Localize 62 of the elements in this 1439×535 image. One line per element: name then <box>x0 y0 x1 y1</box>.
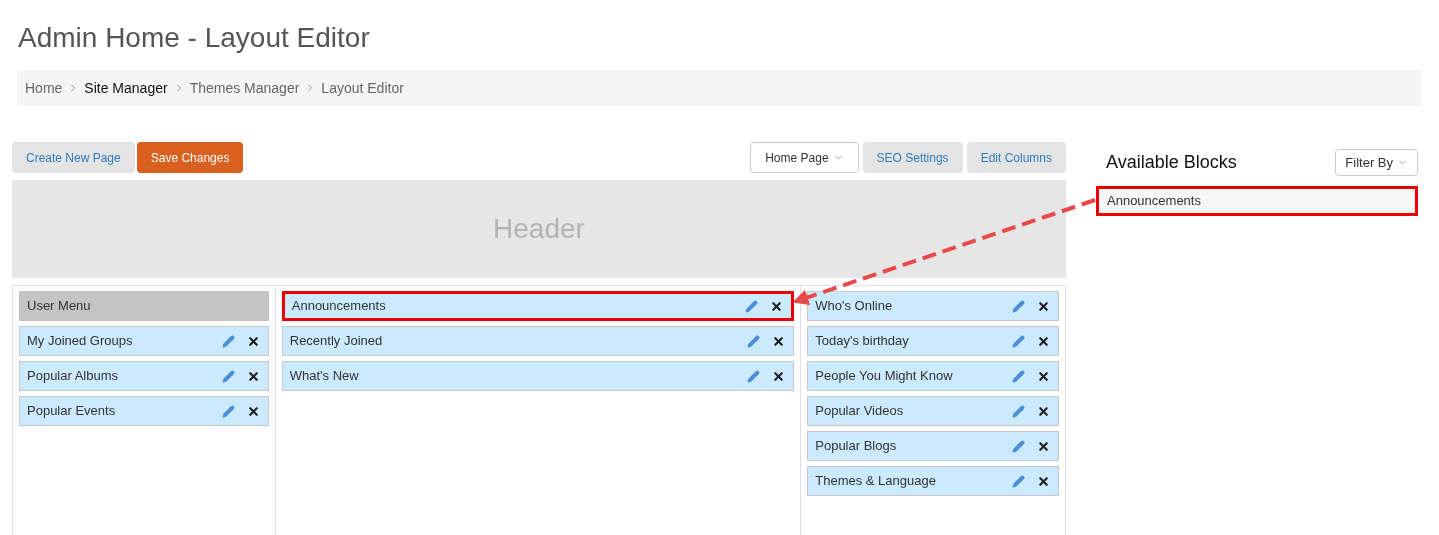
layout-block[interactable]: My Joined Groups <box>19 326 269 356</box>
edit-icon[interactable] <box>747 334 761 348</box>
close-icon[interactable] <box>1037 404 1050 418</box>
layout-block[interactable]: Recently Joined <box>281 326 795 356</box>
layout-block[interactable]: Announcements <box>281 291 795 321</box>
block-label: Today's birthday <box>815 332 910 351</box>
block-label: Who's Online <box>815 297 894 316</box>
toolbar-button[interactable]: SEO Settings <box>862 142 963 173</box>
close-icon[interactable] <box>770 299 784 313</box>
layout-block[interactable]: Popular Events <box>19 396 269 426</box>
edit-icon[interactable] <box>221 334 235 348</box>
panel-title: Available Blocks <box>1106 151 1237 174</box>
layout-block[interactable]: People You Might Know <box>807 361 1059 391</box>
close-icon[interactable] <box>1037 299 1050 313</box>
layout-block[interactable]: Today's birthday <box>807 326 1059 356</box>
edit-icon[interactable] <box>747 369 761 383</box>
toolbar-button[interactable]: Create New Page <box>12 142 135 173</box>
layout-block[interactable]: Who's Online <box>807 291 1059 321</box>
layout-block[interactable]: Popular Albums <box>19 361 269 391</box>
save-button[interactable]: Save Changes <box>136 142 244 173</box>
edit-icon[interactable] <box>1012 369 1025 383</box>
page-title: Admin Home - Layout Editor <box>18 21 370 55</box>
close-icon[interactable] <box>1037 369 1050 383</box>
edit-icon[interactable] <box>745 299 759 313</box>
block-label: Recently Joined <box>289 332 384 351</box>
filter-dropdown[interactable]: Filter By <box>1335 149 1418 176</box>
close-icon[interactable] <box>246 334 260 348</box>
close-icon[interactable] <box>246 369 260 383</box>
close-icon[interactable] <box>1037 334 1050 348</box>
close-icon[interactable] <box>246 404 260 418</box>
edit-icon[interactable] <box>1012 404 1025 418</box>
close-icon[interactable] <box>1037 474 1050 488</box>
block-label: Themes & Language <box>815 472 937 491</box>
close-icon[interactable] <box>772 334 786 348</box>
edit-icon[interactable] <box>1012 299 1025 313</box>
layout-block[interactable]: User Menu <box>19 291 269 321</box>
edit-icon[interactable] <box>221 369 235 383</box>
layout-block[interactable]: Popular Videos <box>807 396 1059 426</box>
breadcrumb-link[interactable]: Site Manager <box>84 77 168 99</box>
block-label: People You Might Know <box>815 367 954 386</box>
edit-icon[interactable] <box>1012 439 1025 453</box>
block-label: My Joined Groups <box>27 332 134 351</box>
breadcrumb-link[interactable]: Home <box>25 77 63 99</box>
edit-icon[interactable] <box>1012 474 1025 488</box>
layout-block[interactable]: Themes & Language <box>807 466 1059 496</box>
breadcrumb-link[interactable]: Layout Editor <box>321 77 404 99</box>
page-dropdown[interactable]: Home Page <box>750 142 859 173</box>
edit-icon[interactable] <box>221 404 235 418</box>
breadcrumb-link[interactable]: Themes Manager <box>189 77 300 99</box>
close-icon[interactable] <box>1037 439 1050 453</box>
layout-block[interactable]: Popular Blogs <box>807 431 1059 461</box>
block-label: Announcements <box>291 297 387 316</box>
layout-block[interactable]: What's New <box>281 361 795 391</box>
toolbar-button[interactable]: Edit Columns <box>966 142 1066 173</box>
block-label: Popular Albums <box>27 367 120 386</box>
block-label: What's New <box>289 367 360 386</box>
close-icon[interactable] <box>772 369 786 383</box>
available-block[interactable]: Announcements <box>1096 186 1418 216</box>
block-label: Popular Events <box>27 402 117 421</box>
edit-icon[interactable] <box>1012 334 1025 348</box>
block-label: Popular Videos <box>815 402 905 421</box>
block-label: Popular Blogs <box>815 437 898 456</box>
